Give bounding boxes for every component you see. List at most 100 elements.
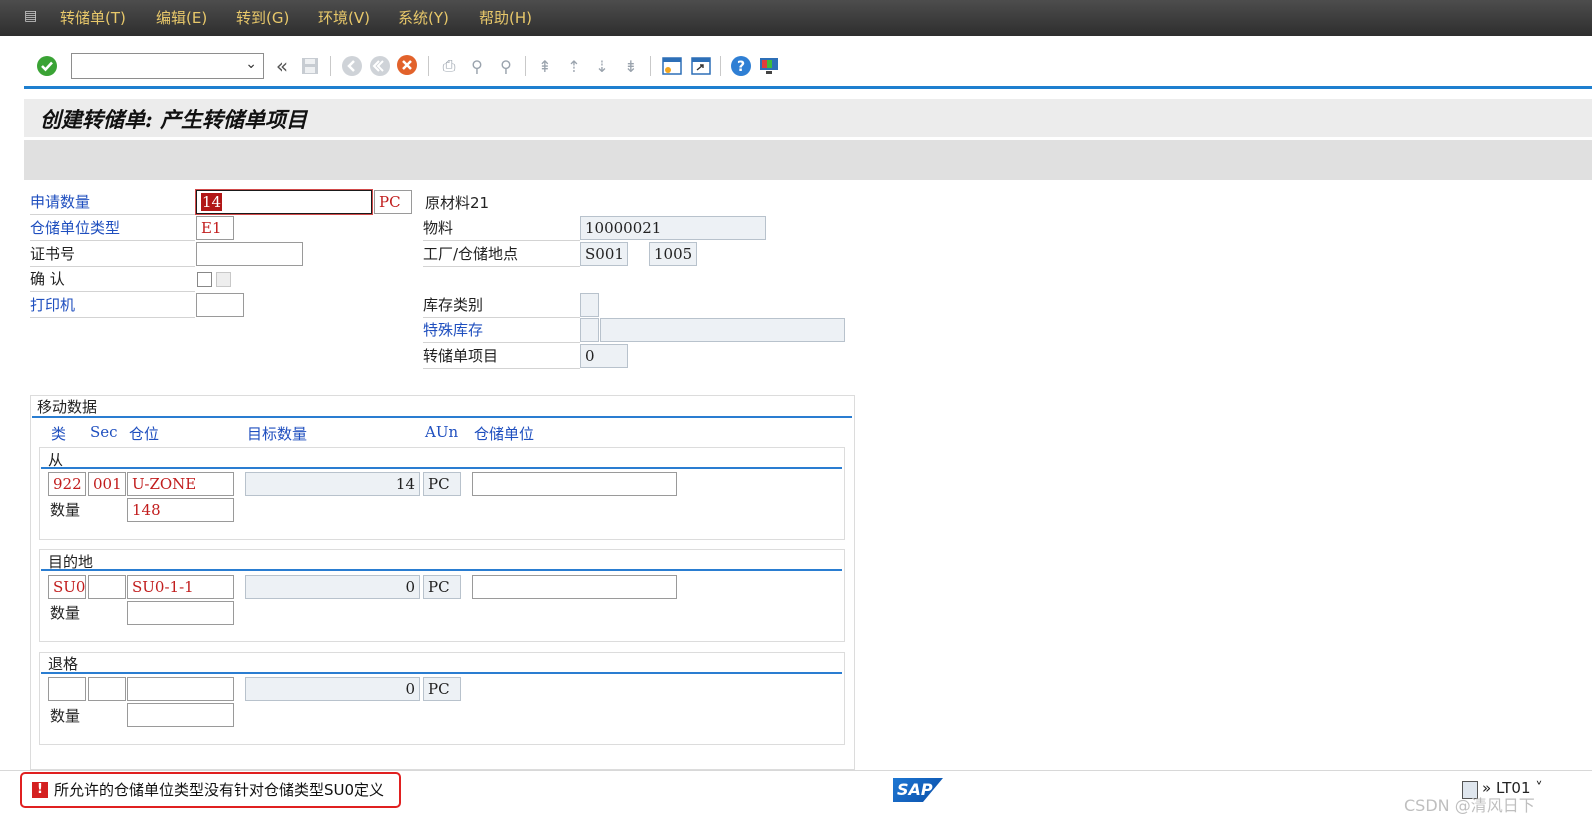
error-icon: !	[32, 782, 48, 798]
special-stock-field	[580, 318, 599, 342]
special-stock-label: 特殊库存	[423, 319, 580, 343]
dest-qty-label: 数量	[50, 604, 81, 622]
printer-field[interactable]	[196, 293, 244, 317]
movement-data-underline	[32, 416, 852, 418]
column-header-target-qty: 目标数量	[247, 425, 308, 443]
toolbar-separator	[428, 56, 429, 76]
system-menu-icon[interactable]: ▤	[24, 8, 42, 24]
return-target-qty-field: 0	[245, 677, 420, 701]
toolbar-separator	[650, 56, 651, 76]
return-title: 退格	[48, 655, 79, 673]
from-aun-field: PC	[423, 472, 461, 496]
storage-unit-type-label: 仓储单位类型	[30, 217, 195, 241]
save-icon[interactable]	[298, 54, 322, 78]
menu-help[interactable]: 帮助(H)	[479, 7, 532, 28]
from-underline	[41, 467, 842, 469]
from-section-field[interactable]: 001	[88, 472, 126, 496]
help-icon[interactable]: ?	[729, 54, 753, 78]
return-qty-field[interactable]	[127, 703, 234, 727]
dest-section-field[interactable]	[88, 575, 126, 599]
material-description: 原材料21	[425, 194, 490, 212]
stock-category-label: 库存类别	[423, 294, 580, 318]
find-next-icon[interactable]: ⚲	[494, 54, 518, 78]
column-header-storage-unit: 仓储单位	[474, 425, 535, 443]
dest-storage-unit-field[interactable]	[472, 575, 677, 599]
shortcut-icon[interactable]	[689, 54, 713, 78]
toolbar-separator	[720, 56, 721, 76]
material-label: 物料	[423, 217, 580, 241]
page-title: 创建转储单: 产生转储单项目	[40, 107, 308, 132]
certificate-number-label: 证书号	[30, 243, 195, 267]
command-field[interactable]: ⌄	[71, 53, 264, 79]
requested-qty-value: 14	[201, 193, 223, 211]
from-bin-field[interactable]: U-ZONE	[127, 472, 234, 496]
dest-bin-field[interactable]: SU0-1-1	[127, 575, 234, 599]
confirm-checkbox[interactable]	[197, 272, 212, 287]
requested-qty-unit[interactable]: PC	[374, 190, 412, 214]
return-storage-type-field[interactable]	[48, 677, 86, 701]
menu-transfer-order[interactable]: 转储单(T)	[60, 7, 126, 28]
next-page-icon[interactable]: ⇣	[590, 54, 614, 78]
application-toolbar	[24, 140, 1592, 180]
sap-logo: SAP	[893, 778, 943, 802]
print-icon[interactable]: ⎙	[437, 54, 461, 78]
dest-qty-field[interactable]	[127, 601, 234, 625]
menu-goto[interactable]: 转到(G)	[236, 7, 289, 28]
stock-category-field	[580, 293, 599, 317]
plant-sloc-label: 工厂/仓储地点	[423, 243, 580, 267]
return-section-field[interactable]	[88, 677, 126, 701]
toolbar-divider	[24, 86, 1592, 89]
enter-check-icon[interactable]	[35, 54, 59, 78]
destination-underline	[41, 569, 842, 571]
return-bin-field[interactable]	[127, 677, 234, 701]
exit-icon[interactable]	[368, 54, 392, 78]
toolbar-separator	[525, 56, 526, 76]
menu-system[interactable]: 系统(Y)	[398, 7, 449, 28]
customize-layout-icon[interactable]	[757, 54, 781, 78]
special-stock-number-field	[600, 318, 845, 342]
column-header-aun: AUn	[425, 423, 459, 441]
menu-bar: ▤ 转储单(T) 编辑(E) 转到(G) 环境(V) 系统(Y) 帮助(H)	[0, 0, 1592, 36]
column-header-type: 类	[51, 425, 67, 443]
menu-environment[interactable]: 环境(V)	[318, 7, 370, 28]
to-item-field: 0	[580, 344, 628, 368]
storage-unit-type-field[interactable]: E1	[196, 216, 234, 240]
confirm-label: 确 认	[30, 268, 195, 292]
dest-storage-type-field[interactable]: SU0	[48, 575, 86, 599]
column-header-sec: Sec	[90, 423, 118, 441]
menu-edit[interactable]: 编辑(E)	[156, 7, 207, 28]
create-session-icon[interactable]	[660, 54, 684, 78]
requested-qty-field[interactable]: 14	[195, 189, 373, 215]
last-page-icon[interactable]: ⇟	[619, 54, 643, 78]
from-storage-type-field[interactable]: 922	[48, 472, 86, 496]
certificate-number-field[interactable]	[196, 242, 303, 266]
return-qty-label: 数量	[50, 707, 81, 725]
return-aun-field: PC	[423, 677, 461, 701]
dest-aun-field: PC	[423, 575, 461, 599]
watermark: CSDN @清风日下	[1404, 796, 1535, 815]
storage-location-field: 1005	[649, 242, 697, 266]
status-message: 所允许的仓储单位类型没有针对仓储类型SU0定义	[54, 781, 385, 799]
status-divider	[0, 770, 1592, 771]
to-item-label: 转储单项目	[423, 345, 580, 369]
svg-text:?: ?	[737, 59, 745, 75]
from-storage-unit-field[interactable]	[472, 472, 677, 496]
column-header-bin: 仓位	[129, 425, 160, 443]
requested-qty-label: 申请数量	[30, 191, 195, 215]
chevron-down-icon[interactable]: ⌄	[245, 56, 257, 72]
from-qty-label: 数量	[50, 501, 81, 519]
confirm-checkbox-disabled	[216, 272, 231, 287]
plant-field: S001	[580, 242, 628, 266]
material-field: 10000021	[580, 216, 766, 240]
find-icon[interactable]: ⚲	[465, 54, 489, 78]
toolbar-separator	[330, 56, 331, 76]
from-qty-field[interactable]: 148	[127, 498, 234, 522]
cancel-icon[interactable]	[396, 54, 420, 78]
first-page-icon[interactable]: ⇞	[533, 54, 557, 78]
from-target-qty-field: 14	[245, 472, 420, 496]
return-underline	[41, 672, 842, 674]
movement-data-title: 移动数据	[37, 398, 98, 416]
collapse-icon[interactable]: «	[270, 54, 294, 78]
back-icon[interactable]	[340, 54, 364, 78]
previous-page-icon[interactable]: ⇡	[562, 54, 586, 78]
